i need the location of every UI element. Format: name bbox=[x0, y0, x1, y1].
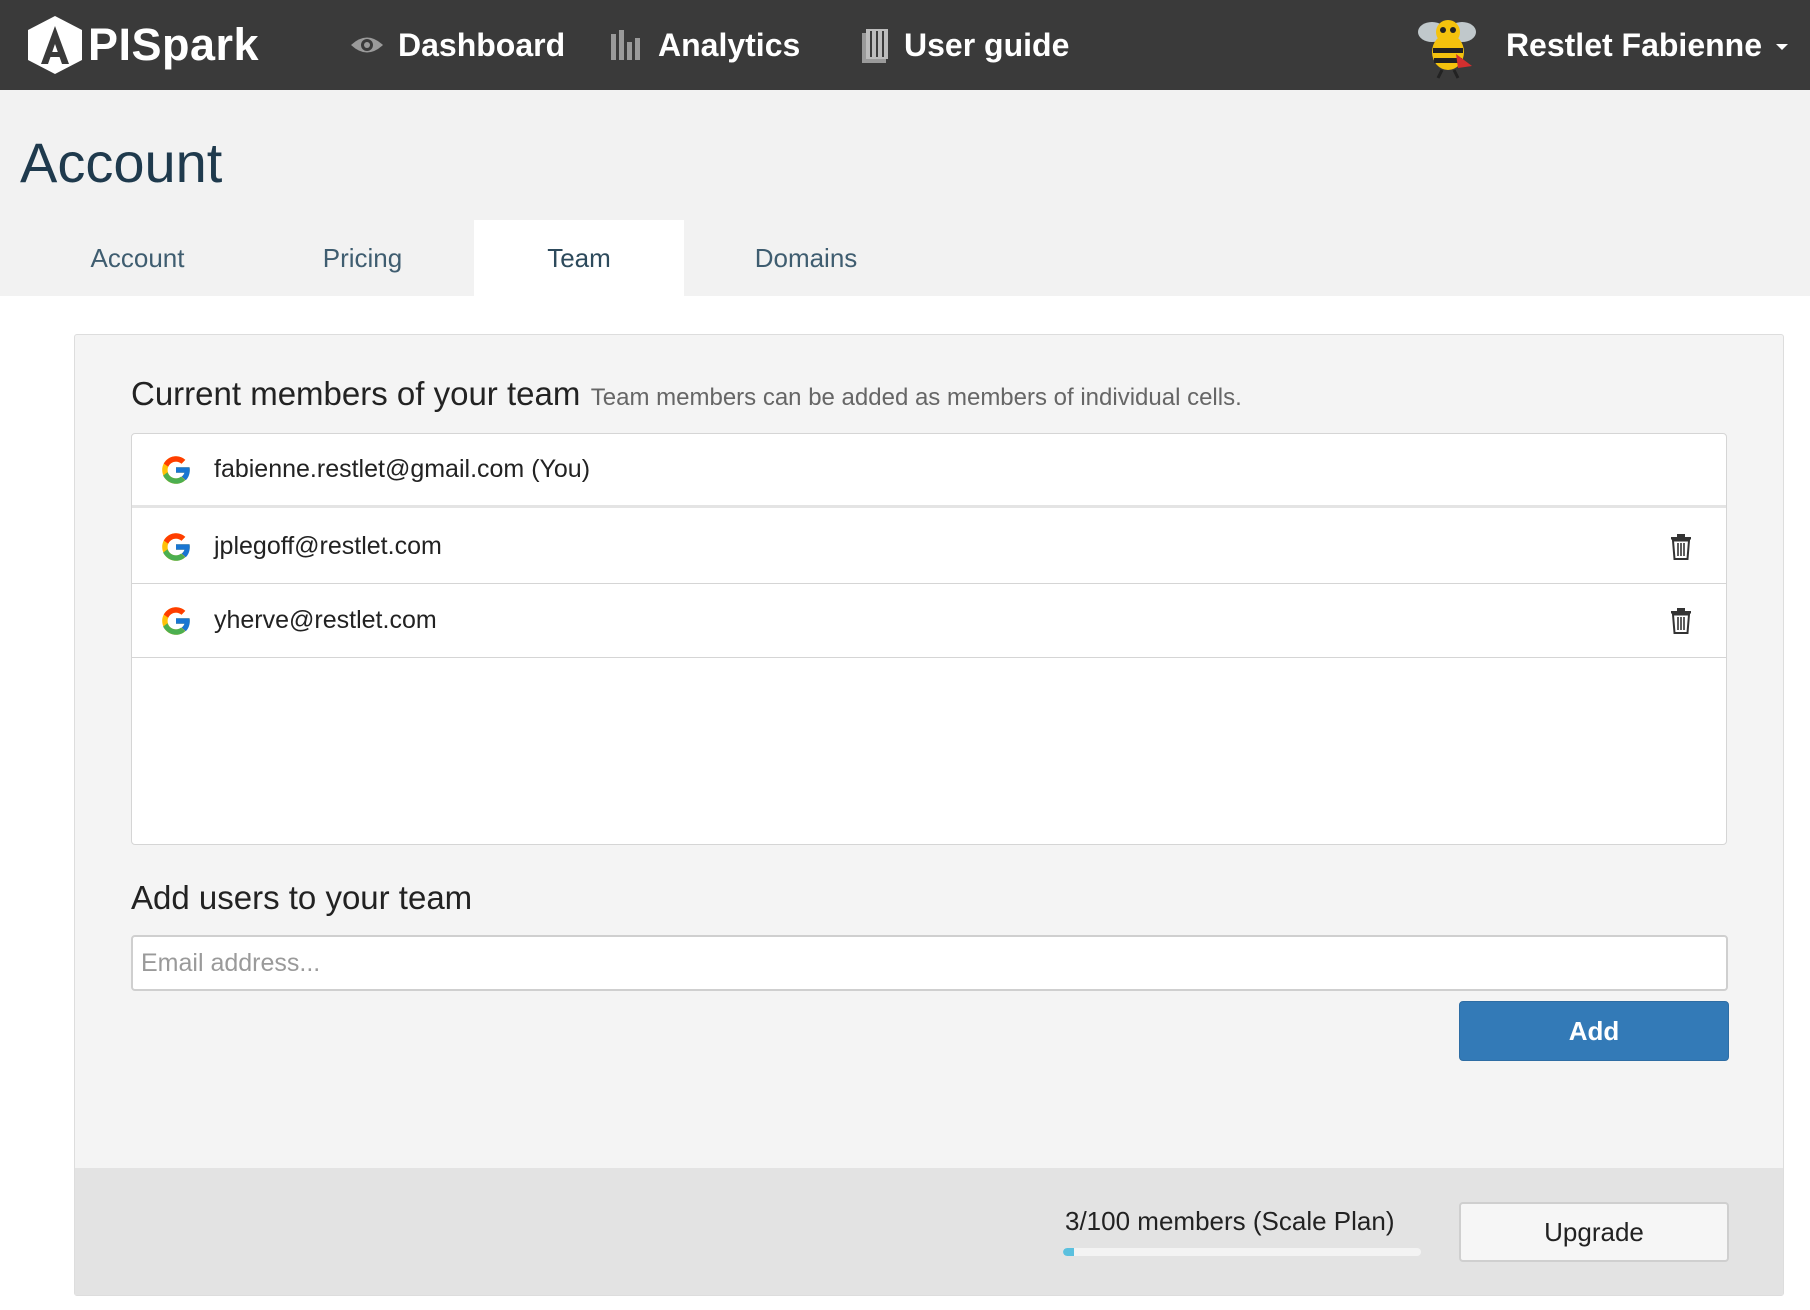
google-icon bbox=[162, 455, 191, 484]
members-heading-title: Current members of your team bbox=[131, 375, 581, 412]
top-navbar: PISpark Dashboard Analytics User guide R… bbox=[0, 0, 1810, 90]
nav-analytics[interactable]: Analytics bbox=[610, 0, 800, 90]
trash-icon[interactable] bbox=[1670, 608, 1692, 634]
bar-chart-icon bbox=[610, 30, 644, 60]
list-item: fabienne.restlet@gmail.com (You) bbox=[132, 434, 1726, 508]
nav-analytics-label: Analytics bbox=[658, 26, 801, 63]
panel-footer: 3/100 members (Scale Plan) Upgrade bbox=[75, 1168, 1783, 1295]
member-email: jplegoff@restlet.com bbox=[214, 532, 442, 560]
nav-user-guide-label: User guide bbox=[904, 26, 1070, 63]
member-email: fabienne.restlet@gmail.com (You) bbox=[214, 455, 591, 483]
member-list: fabienne.restlet@gmail.com (You) jplegof… bbox=[131, 433, 1727, 845]
page-title: Account bbox=[20, 131, 223, 194]
user-name: Restlet Fabienne bbox=[1505, 26, 1762, 63]
email-input[interactable] bbox=[131, 935, 1728, 991]
tab-team[interactable]: Team bbox=[474, 220, 684, 296]
member-email: yherve@restlet.com bbox=[214, 606, 437, 634]
logo-text: PISpark bbox=[88, 19, 260, 70]
google-icon bbox=[162, 606, 191, 635]
members-progress-fill bbox=[1063, 1248, 1074, 1256]
trash-icon[interactable] bbox=[1670, 534, 1692, 560]
eye-icon bbox=[350, 34, 384, 56]
tab-account[interactable]: Account bbox=[40, 220, 235, 296]
add-button[interactable]: Add bbox=[1459, 1001, 1729, 1061]
upgrade-button[interactable]: Upgrade bbox=[1459, 1202, 1729, 1262]
logo-a-icon bbox=[28, 16, 82, 74]
apispark-logo[interactable]: PISpark bbox=[24, 14, 259, 76]
account-tabs: Account Pricing Team Domains bbox=[0, 220, 1810, 296]
nav-user-guide[interactable]: User guide bbox=[860, 0, 1069, 90]
team-panel: Current members of your team Team member… bbox=[74, 334, 1784, 1296]
tab-domains[interactable]: Domains bbox=[700, 220, 912, 296]
members-progress-bar bbox=[1063, 1248, 1421, 1256]
list-item: jplegoff@restlet.com bbox=[132, 510, 1726, 584]
user-menu-dropdown[interactable]: Restlet Fabienne bbox=[1412, 0, 1788, 90]
members-heading: Current members of your team Team member… bbox=[131, 375, 1242, 413]
tab-pricing[interactable]: Pricing bbox=[260, 220, 465, 296]
nav-dashboard-label: Dashboard bbox=[398, 26, 566, 63]
book-icon bbox=[860, 27, 890, 63]
members-heading-hint: Team members can be added as members of … bbox=[590, 384, 1242, 411]
members-count: 3/100 members (Scale Plan) bbox=[1065, 1206, 1395, 1236]
google-icon bbox=[162, 532, 191, 561]
nav-dashboard[interactable]: Dashboard bbox=[350, 0, 565, 90]
chevron-down-icon bbox=[1776, 44, 1788, 50]
list-item: yherve@restlet.com bbox=[132, 584, 1726, 658]
add-users-heading: Add users to your team bbox=[131, 879, 473, 916]
bee-avatar bbox=[1417, 20, 1476, 79]
